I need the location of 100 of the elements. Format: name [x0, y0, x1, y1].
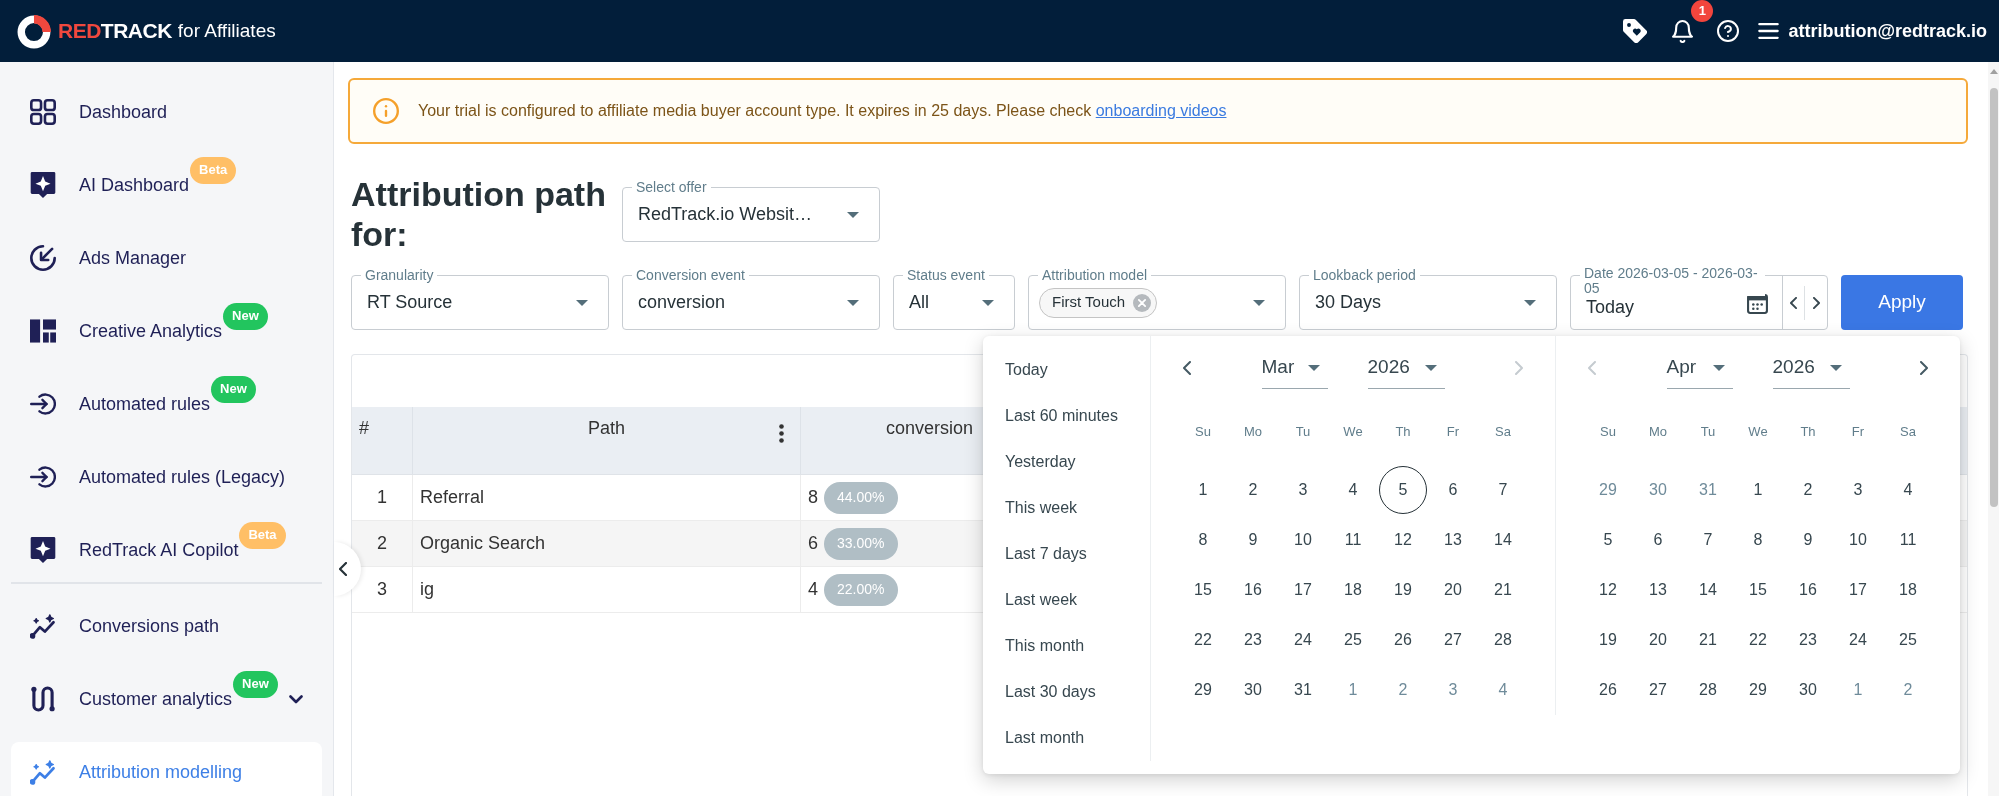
calendar-day[interactable]: 26 — [1584, 666, 1632, 714]
calendar-day[interactable]: 27 — [1634, 666, 1682, 714]
calendar-day[interactable]: 28 — [1684, 666, 1732, 714]
calendar-day[interactable]: 30 — [1229, 666, 1277, 714]
calendar-day[interactable]: 29 — [1179, 666, 1227, 714]
calendar-day[interactable]: 19 — [1379, 566, 1427, 614]
column-header[interactable]: Path — [413, 407, 801, 474]
calendar-day[interactable]: 9 — [1229, 516, 1277, 564]
calendar-day[interactable]: 1 — [1834, 666, 1882, 714]
calendar-day[interactable]: 10 — [1279, 516, 1327, 564]
calendar-day[interactable]: 25 — [1329, 616, 1377, 664]
calendar-day[interactable]: 8 — [1179, 516, 1227, 564]
calendar-day[interactable]: 17 — [1834, 566, 1882, 614]
sidebar-item[interactable]: Automated rules New — [11, 374, 322, 434]
preset-option[interactable]: Last month — [983, 715, 1150, 761]
calendar-day[interactable]: 13 — [1634, 566, 1682, 614]
calendar-day[interactable]: 21 — [1479, 566, 1527, 614]
month-dropdown[interactable]: Apr — [1666, 347, 1733, 389]
calendar-day[interactable]: 19 — [1584, 616, 1632, 664]
calendar-day[interactable]: 18 — [1329, 566, 1377, 614]
chevron-down-icon[interactable] — [289, 694, 303, 704]
preset-option[interactable]: This month — [983, 623, 1150, 669]
calendar-day[interactable]: 2 — [1784, 466, 1832, 514]
calendar-day[interactable]: 20 — [1429, 566, 1477, 614]
calendar-day[interactable]: 22 — [1734, 616, 1782, 664]
calendar-day[interactable]: 26 — [1379, 616, 1427, 664]
calendar-day[interactable]: 13 — [1429, 516, 1477, 564]
calendar-day[interactable]: 31 — [1684, 466, 1732, 514]
calendar-day[interactable]: 18 — [1884, 566, 1932, 614]
kebab-menu-icon[interactable] — [779, 424, 784, 443]
calendar-day[interactable]: 1 — [1734, 466, 1782, 514]
calendar-day[interactable]: 23 — [1229, 616, 1277, 664]
scrollbar-thumb[interactable] — [1989, 88, 1998, 507]
calendar-day[interactable]: 12 — [1379, 516, 1427, 564]
preset-option[interactable]: This week — [983, 485, 1150, 531]
calendar-day[interactable]: 6 — [1634, 516, 1682, 564]
calendar-day[interactable]: 15 — [1179, 566, 1227, 614]
column-header[interactable]: # — [352, 407, 413, 474]
month-dropdown[interactable]: Mar — [1261, 347, 1328, 389]
preset-option[interactable]: Last 7 days — [983, 531, 1150, 577]
sidebar-item[interactable]: Attribution modelling — [11, 742, 322, 796]
onboarding-link[interactable]: onboarding videos — [1095, 102, 1227, 119]
calendar-day[interactable]: 9 — [1784, 516, 1832, 564]
calendar-day[interactable]: 1 — [1179, 466, 1227, 514]
calendar-day[interactable]: 16 — [1784, 566, 1832, 614]
calendar-day[interactable]: 17 — [1279, 566, 1327, 614]
calendar-day[interactable]: 7 — [1479, 466, 1527, 514]
calendar-day[interactable]: 28 — [1479, 616, 1527, 664]
calendar-day[interactable]: 25 — [1884, 616, 1932, 664]
bell-icon[interactable] — [1672, 19, 1694, 43]
calendar-day[interactable]: 3 — [1429, 666, 1477, 714]
sidebar-item[interactable]: Creative Analytics New — [11, 301, 322, 361]
calendar-day[interactable]: 23 — [1784, 616, 1832, 664]
calendar-day[interactable]: 6 — [1429, 466, 1477, 514]
sidebar-item[interactable]: AI Dashboard Beta — [11, 155, 322, 215]
calendar-day[interactable]: 11 — [1884, 516, 1932, 564]
preset-option[interactable]: Last week — [983, 577, 1150, 623]
calendar-day[interactable]: 2 — [1229, 466, 1277, 514]
calendar-day[interactable]: 8 — [1734, 516, 1782, 564]
calendar-day[interactable]: 4 — [1479, 666, 1527, 714]
calendar-day[interactable]: 24 — [1834, 616, 1882, 664]
calendar-day[interactable]: 24 — [1279, 616, 1327, 664]
user-email[interactable]: attribution@redtrack.io — [1788, 17, 1987, 45]
calendar-day[interactable]: 3 — [1834, 466, 1882, 514]
calendar-day[interactable]: 14 — [1684, 566, 1732, 614]
calendar-day[interactable]: 5 — [1584, 516, 1632, 564]
calendar-day[interactable]: 29 — [1734, 666, 1782, 714]
sidebar-item[interactable]: Customer analytics New — [11, 669, 322, 729]
tag-icon[interactable] — [1623, 19, 1648, 43]
calendar-day[interactable]: 15 — [1734, 566, 1782, 614]
menu-icon[interactable] — [1758, 23, 1780, 39]
calendar-day[interactable]: 12 — [1584, 566, 1632, 614]
calendar-day[interactable]: 10 — [1834, 516, 1882, 564]
help-icon[interactable] — [1717, 20, 1740, 42]
calendar-day[interactable]: 2 — [1884, 666, 1932, 714]
apply-button[interactable]: Apply — [1841, 275, 1963, 330]
calendar-day[interactable]: 31 — [1279, 666, 1327, 714]
calendar-day[interactable]: 29 — [1584, 466, 1632, 514]
calendar-day[interactable]: 4 — [1329, 466, 1377, 514]
calendar-day[interactable]: 11 — [1329, 516, 1377, 564]
preset-option[interactable]: Last 30 days — [983, 669, 1150, 715]
calendar-day[interactable]: 30 — [1634, 466, 1682, 514]
sidebar-item[interactable]: RedTrack AI Copilot Beta — [11, 520, 322, 580]
calendar-day[interactable]: 1 — [1329, 666, 1377, 714]
sidebar-item[interactable]: Automated rules (Legacy) — [11, 447, 322, 507]
year-dropdown[interactable]: 2026 — [1772, 347, 1850, 389]
calendar-icon[interactable] — [1747, 291, 1768, 314]
calendar-day[interactable]: 14 — [1479, 516, 1527, 564]
sidebar-item[interactable]: Dashboard — [11, 82, 322, 142]
calendar-day[interactable]: 22 — [1179, 616, 1227, 664]
preset-option[interactable]: Today — [983, 347, 1150, 393]
calendar-day[interactable]: 16 — [1229, 566, 1277, 614]
calendar-day[interactable]: 3 — [1279, 466, 1327, 514]
calendar-day[interactable]: 2 — [1379, 666, 1427, 714]
calendar-day[interactable]: 27 — [1429, 616, 1477, 664]
calendar-day[interactable]: 30 — [1784, 666, 1832, 714]
sidebar-item[interactable]: Conversions path — [11, 596, 322, 656]
calendar-day[interactable]: 4 — [1884, 466, 1932, 514]
calendar-day[interactable]: 20 — [1634, 616, 1682, 664]
filter-chip[interactable]: First Touch — [1039, 287, 1158, 318]
